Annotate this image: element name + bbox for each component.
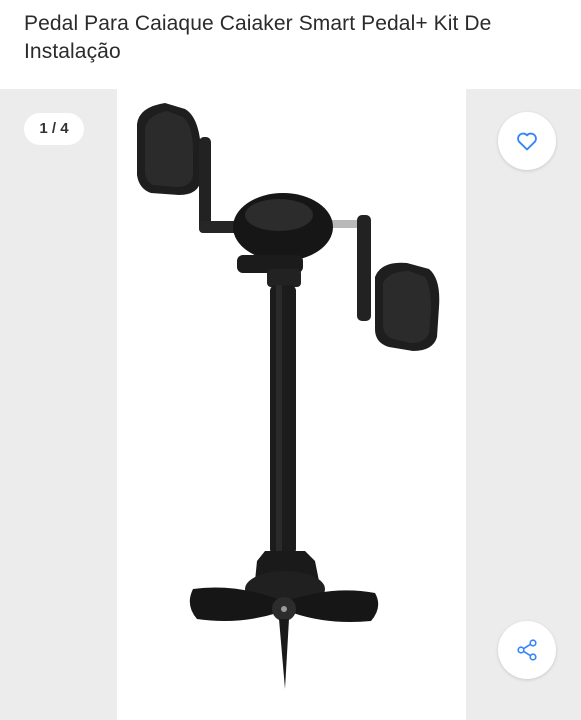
- product-image[interactable]: [117, 89, 466, 720]
- product-title: Pedal Para Caiaque Caiaker Smart Pedal+ …: [24, 12, 492, 63]
- product-page: Pedal Para Caiaque Caiaker Smart Pedal+ …: [0, 0, 581, 720]
- kayak-pedal-drive-illustration: [137, 103, 440, 689]
- share-icon: [517, 639, 537, 661]
- favorite-button[interactable]: [498, 112, 556, 170]
- heart-outline-icon: [517, 132, 537, 151]
- image-counter: 1 / 4: [24, 113, 84, 145]
- share-button[interactable]: [498, 621, 556, 679]
- image-gallery[interactable]: 1 / 4: [0, 89, 581, 720]
